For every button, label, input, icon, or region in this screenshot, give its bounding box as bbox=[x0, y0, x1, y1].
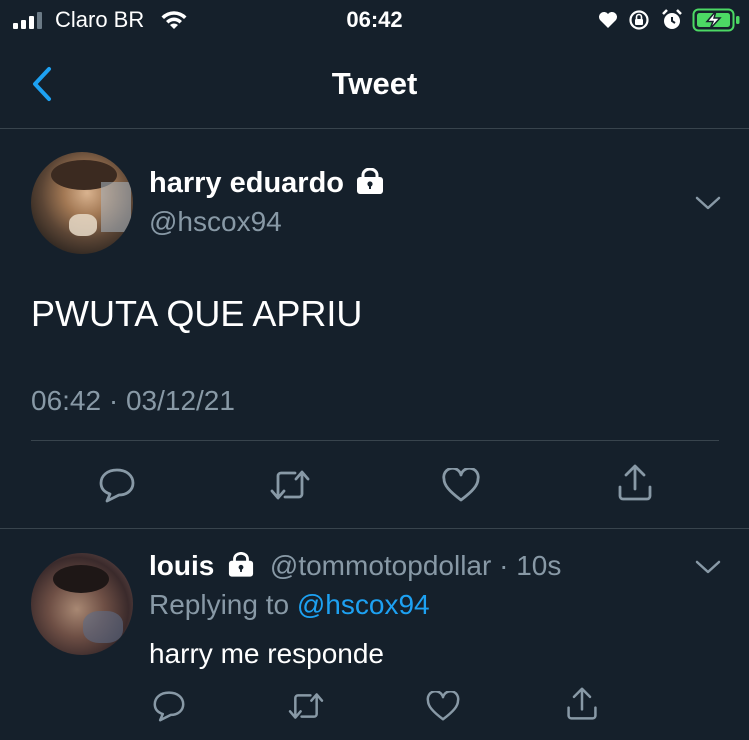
reply-icon bbox=[153, 691, 185, 722]
share-button[interactable] bbox=[613, 461, 657, 505]
tweet-divider bbox=[0, 528, 749, 529]
share-icon bbox=[567, 687, 597, 720]
orientation-lock-icon bbox=[628, 9, 650, 36]
tweet-timestamp: 06:42 · 03/12/21 bbox=[31, 385, 235, 416]
avatar[interactable] bbox=[31, 152, 133, 254]
reply-reply-button[interactable] bbox=[147, 684, 191, 728]
reply-text: harry me responde bbox=[149, 638, 385, 669]
heart-status-icon bbox=[598, 11, 618, 34]
reply-avatar[interactable] bbox=[31, 553, 133, 655]
tweet-text: PWUTA QUE APRIU bbox=[31, 293, 363, 334]
retweet-icon bbox=[288, 693, 324, 719]
like-icon bbox=[442, 468, 480, 502]
lock-icon bbox=[356, 167, 384, 199]
retweet-button[interactable] bbox=[268, 463, 312, 507]
chevron-down-icon bbox=[695, 560, 721, 574]
lock-icon bbox=[228, 551, 254, 584]
nav-divider bbox=[0, 128, 749, 129]
like-icon bbox=[426, 691, 460, 721]
replying-to: Replying to @hscox94 bbox=[149, 589, 430, 621]
reply-author-name[interactable]: louis bbox=[149, 550, 214, 581]
reply-like-button[interactable] bbox=[421, 684, 465, 728]
tweet-menu-button[interactable] bbox=[692, 189, 724, 217]
reply-button[interactable] bbox=[95, 463, 139, 507]
replying-to-handle-link[interactable]: @hscox94 bbox=[297, 589, 430, 620]
reply-share-button[interactable] bbox=[560, 682, 604, 726]
share-icon bbox=[618, 464, 652, 501]
page-title: Tweet bbox=[331, 66, 418, 101]
reply-menu-button[interactable] bbox=[692, 553, 724, 581]
status-bar: Claro BR 06:42 bbox=[0, 0, 749, 40]
reply-header: louis @tommotopdollar · 10s bbox=[149, 550, 561, 586]
like-button[interactable] bbox=[439, 463, 483, 507]
reply-age: 10s bbox=[516, 550, 562, 581]
author-name: harry eduardo bbox=[149, 167, 344, 199]
alarm-icon bbox=[660, 8, 684, 37]
reply-icon bbox=[99, 468, 135, 503]
reply-retweet-button[interactable] bbox=[284, 684, 328, 728]
chevron-down-icon bbox=[695, 196, 721, 210]
replying-to-label: Replying to bbox=[149, 589, 290, 620]
action-divider bbox=[31, 440, 719, 441]
battery-charging-icon bbox=[692, 8, 742, 37]
reply-separator: · bbox=[499, 550, 509, 581]
reply-author-handle[interactable]: @tommotopdollar bbox=[270, 550, 491, 581]
tweet-author[interactable]: harry eduardo bbox=[149, 167, 384, 205]
retweet-icon bbox=[270, 470, 310, 500]
author-handle[interactable]: @hscox94 bbox=[149, 206, 282, 238]
